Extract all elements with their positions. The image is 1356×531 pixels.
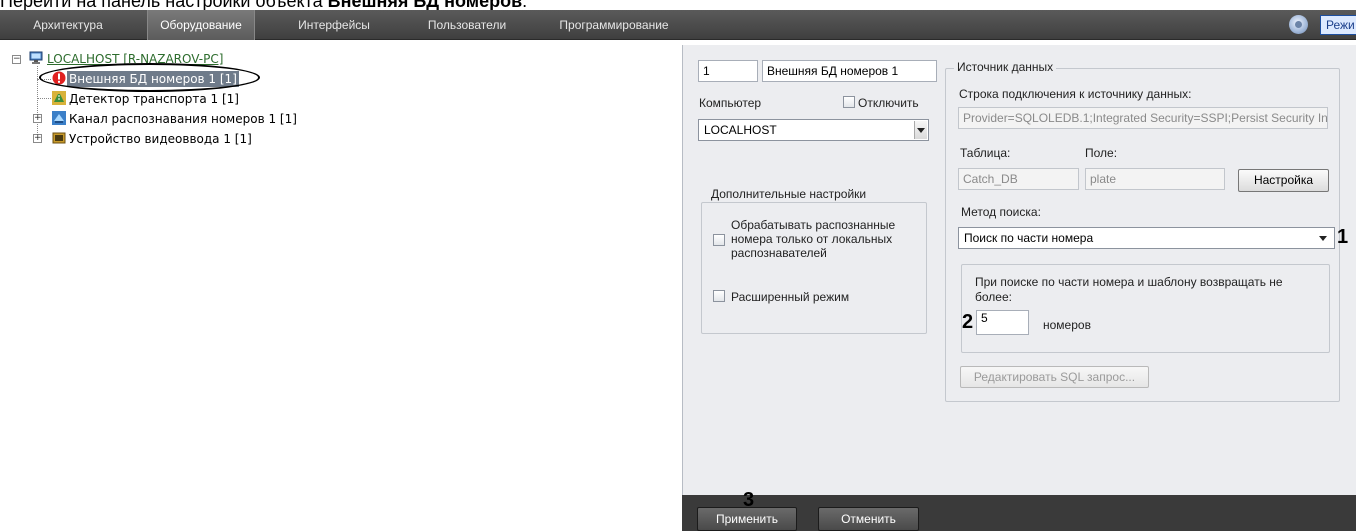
callout-3: 3 (743, 489, 755, 511)
cancel-button[interactable]: Отменить (818, 507, 919, 531)
computer-label: Компьютер (699, 96, 762, 110)
chevron-down-icon (917, 128, 925, 133)
connection-string-label: Строка подключения к источнику данных: (959, 87, 1192, 101)
gear-icon[interactable] (1289, 15, 1308, 34)
tree-connector (37, 66, 38, 141)
search-limit-input[interactable]: 5 (976, 310, 1029, 335)
tree-item-label: Детектор транспорта 1 [1] (69, 92, 239, 106)
disable-checkbox[interactable] (843, 96, 855, 108)
field-label: Поле: (1085, 146, 1118, 160)
settings-button[interactable]: Настройка (1238, 169, 1329, 192)
search-method-value: Поиск по части номера (964, 231, 1094, 245)
callout-1: 1 (1337, 226, 1349, 248)
local-only-label: Обрабатывать распознанные номера только … (731, 218, 895, 260)
expand-icon[interactable]: + (33, 114, 42, 123)
tab-programming[interactable]: Программирование (550, 10, 678, 40)
tab-equipment[interactable]: Оборудование (147, 10, 255, 40)
top-menu-bar: Архитектура Оборудование Интерфейсы Поль… (0, 10, 1356, 40)
tab-interfaces[interactable]: Интерфейсы (280, 10, 388, 40)
tree-item-label: Устройство видеоввода 1 [1] (69, 132, 252, 146)
tree-branch (37, 98, 51, 99)
object-name-field[interactable]: Внешняя БД номеров 1 (762, 60, 937, 82)
search-limit-line: более: (975, 290, 1012, 304)
computer-select-value: LOCALHOST (704, 123, 777, 137)
vehicle-detector-icon (52, 91, 66, 105)
computer-icon (29, 51, 43, 64)
local-only-line: номера только от локальных (731, 232, 893, 246)
tree-item-label: Канал распознавания номеров 1 [1] (69, 112, 297, 126)
extended-mode-checkbox[interactable] (713, 290, 725, 302)
tab-users[interactable]: Пользователи (413, 10, 521, 40)
search-limit-line: При поиске по части номера и шаблону воз… (975, 275, 1283, 289)
local-only-line: распознавателей (731, 246, 827, 260)
object-id-field[interactable]: 1 (698, 60, 758, 82)
local-only-line: Обрабатывать распознанные (731, 218, 896, 232)
edit-sql-button: Редактировать SQL запрос... (960, 366, 1149, 388)
collapse-root-icon[interactable]: − (12, 55, 21, 64)
connection-string-field: Provider=SQLOLEDB.1;Integrated Security=… (958, 107, 1328, 129)
datasource-title: Источник данных (954, 60, 1057, 74)
local-only-checkbox[interactable] (713, 234, 725, 246)
search-method-label: Метод поиска: (961, 205, 1041, 219)
search-method-select[interactable]: Поиск по части номера (958, 227, 1335, 249)
field-field: plate (1085, 168, 1225, 190)
additional-settings-title: Дополнительные настройки (708, 187, 870, 201)
search-limit-text: При поиске по части номера и шаблону воз… (975, 275, 1283, 305)
table-field: Catch_DB (958, 168, 1079, 190)
search-limit-unit: номеров (1043, 318, 1091, 332)
computer-select[interactable]: LOCALHOST (698, 119, 929, 141)
mode-button[interactable]: Режи (1320, 15, 1356, 35)
recognition-channel-icon (52, 111, 66, 125)
extended-mode-label: Расширенный режим (731, 290, 850, 304)
expand-icon[interactable]: + (33, 134, 42, 143)
callout-2: 2 (962, 311, 974, 333)
table-label: Таблица: (960, 146, 1011, 160)
highlight-ellipse (39, 63, 260, 92)
video-input-icon (52, 132, 66, 144)
instruction-caption: Перейти на панель настройки объекта Внеш… (0, 0, 528, 11)
tab-architecture[interactable]: Архитектура (14, 10, 122, 40)
disable-label: Отключить (858, 96, 919, 110)
chevron-down-icon (1319, 236, 1327, 241)
